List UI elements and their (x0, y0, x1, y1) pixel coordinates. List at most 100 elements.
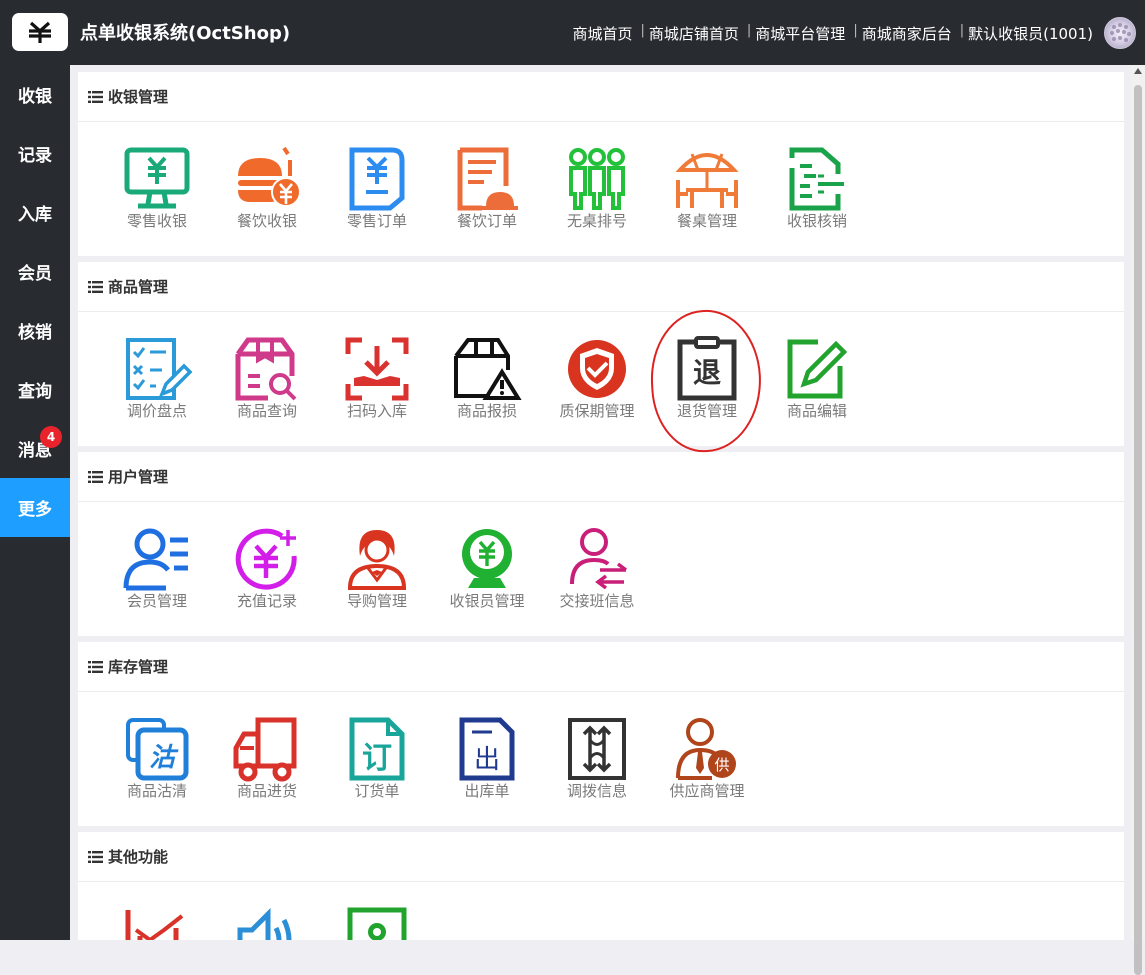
section-header: 其他功能 (78, 832, 1124, 882)
sold-out-glyph: 沽 (149, 743, 179, 773)
tile-purchase[interactable]: 商品进货 (212, 692, 322, 826)
nav-store-home[interactable]: 商城店铺首页 (649, 23, 739, 44)
tile-product-edit[interactable]: 商品编辑 (762, 312, 872, 446)
section-title: 库存管理 (108, 658, 169, 676)
sidebar-item-more[interactable]: 更多 (0, 478, 70, 537)
box-warning-icon (454, 338, 522, 400)
tile-product-damage[interactable]: 商品报损 (432, 312, 542, 446)
nav-separator: | (853, 23, 858, 38)
tile-statistics[interactable] (102, 882, 212, 940)
top-bar: 点单收银系统(OctShop) 商城首页 | 商城店铺首页 | 商城平台管理 |… (0, 0, 1145, 65)
tile-cashier-management[interactable]: 收银员管理 (432, 502, 542, 636)
message-count-badge: 4 (40, 426, 62, 448)
tile-return-management[interactable]: 退 退货管理 (652, 312, 762, 446)
checklist-pencil-icon (126, 338, 192, 400)
sidebar-item-label: 记录 (18, 146, 52, 166)
tile-catering-cashier[interactable]: 餐饮收银 (212, 122, 322, 256)
nav-separator: | (746, 23, 752, 38)
nav-separator: | (640, 23, 645, 38)
tile-label: 商品进货 (236, 782, 297, 800)
tile-grid: 零售收银 餐饮收银 零售订单 餐饮订单 无桌排号 餐桌管理 收银核销 (78, 122, 1124, 256)
section-product-management: 商品管理 调价盘点 商品查询 扫码入库 商品报损 质保期管理 退 退货管理 商品… (78, 262, 1124, 446)
section-title: 用户管理 (108, 468, 169, 486)
order-list-icon (457, 147, 518, 211)
tile-cashier-verification[interactable]: 收银核销 (762, 122, 872, 256)
burger-yuan-icon (238, 146, 301, 207)
nav-mall-home[interactable]: 商城首页 (572, 23, 632, 44)
tile-retail-orders[interactable]: 零售订单 (322, 122, 432, 256)
tile-grid: 沽 商品沽清 商品进货 订 订货单 出 出库单 调拨信息 供 供应商管理 (78, 692, 1124, 826)
sidebar-item-messages[interactable]: 消息 4 (0, 419, 70, 478)
tile-shopping-guide[interactable]: 导购管理 (322, 502, 432, 636)
nav-merchant-backend[interactable]: 商城商家后台 (862, 23, 952, 44)
tile-outbound-form[interactable]: 出 出库单 (432, 692, 542, 826)
tile-label: 无桌排号 (566, 212, 627, 230)
transfer-arrows-icon (568, 718, 626, 780)
scrollbar[interactable] (1131, 65, 1145, 975)
tile-label: 餐桌管理 (676, 212, 737, 230)
logo (12, 13, 68, 51)
tile-broadcast[interactable] (212, 882, 322, 940)
tile-label: 扫码入库 (346, 402, 407, 420)
tile-warranty-management[interactable]: 质保期管理 (542, 312, 652, 446)
tile-label: 充值记录 (236, 592, 297, 610)
tile-product-query[interactable]: 商品查询 (212, 312, 322, 446)
tile-retail-cashier[interactable]: 零售收银 (102, 122, 212, 256)
tile-shift-handover[interactable]: 交接班信息 (542, 502, 652, 636)
sidebar-item-records[interactable]: 记录 (0, 124, 70, 183)
truck-icon (233, 717, 297, 782)
outbound-glyph: 出 (474, 745, 500, 775)
tile-grid: 调价盘点 商品查询 扫码入库 商品报损 质保期管理 退 退货管理 商品编辑 (78, 312, 1124, 446)
tile-queue-number[interactable]: 无桌排号 (542, 122, 652, 256)
tile-label: 商品编辑 (786, 402, 847, 420)
yuan-document-icon (349, 147, 405, 211)
tile-table-management[interactable]: 餐桌管理 (652, 122, 762, 256)
sidebar-item-members[interactable]: 会员 (0, 242, 70, 301)
tile-sold-out[interactable]: 沽 商品沽清 (102, 692, 212, 826)
tile-catering-orders[interactable]: 餐饮订单 (432, 122, 542, 256)
section-cashier-management: 收银管理 零售收银 餐饮收银 零售订单 餐饮订单 无桌排号 餐桌管理 收银核销 (78, 72, 1124, 256)
cashier-icon (462, 529, 512, 588)
sidebar-item-cashier[interactable]: 收银 (0, 65, 70, 124)
sidebar-item-query[interactable]: 查询 (0, 360, 70, 419)
nav-separator: | (959, 23, 965, 38)
tile-label: 餐饮订单 (456, 212, 517, 230)
tile-transfer-info[interactable]: 调拨信息 (542, 692, 652, 826)
sidebar-item-verify[interactable]: 核销 (0, 301, 70, 360)
tile-member-management[interactable]: 会员管理 (102, 502, 212, 636)
recharge-yuan-icon (235, 528, 297, 590)
section-title: 商品管理 (108, 278, 169, 296)
verify-scan-icon (789, 147, 844, 211)
tile-settings[interactable] (322, 882, 432, 940)
return-clipboard-icon: 退 (677, 336, 737, 401)
list-icon (88, 850, 103, 863)
sidebar-item-stock-in[interactable]: 入库 (0, 183, 70, 242)
avatar[interactable] (1104, 17, 1136, 49)
tile-label: 商品沽清 (126, 782, 187, 800)
supplier-icon: 供 (676, 718, 736, 780)
sidebar-item-label: 收银 (18, 87, 52, 107)
sidebar-item-label: 入库 (18, 205, 52, 225)
tile-supplier-management[interactable]: 供 供应商管理 (652, 692, 762, 826)
nav-platform-admin[interactable]: 商城平台管理 (755, 23, 845, 44)
tile-label: 退货管理 (676, 402, 737, 420)
scroll-up-icon[interactable] (1134, 68, 1142, 74)
tile-scan-stock-in[interactable]: 扫码入库 (322, 312, 432, 446)
main-content: 收银管理 零售收银 餐饮收银 零售订单 餐饮订单 无桌排号 餐桌管理 收银核销 … (78, 72, 1124, 940)
list-icon (88, 280, 103, 293)
chart-bars-icon (125, 910, 184, 940)
people-queue-icon (569, 148, 625, 210)
app-title: 点单收银系统(OctShop) (80, 23, 291, 44)
sidebar-item-label: 核销 (18, 323, 52, 343)
order-glyph: 订 (362, 741, 392, 776)
nav-cashier-account[interactable]: 默认收银员(1001) (968, 23, 1093, 44)
tile-label: 交接班信息 (559, 592, 635, 610)
tile-label: 收银员管理 (449, 592, 525, 610)
tile-recharge-records[interactable]: 充值记录 (212, 502, 322, 636)
sidebar-item-label: 会员 (18, 264, 52, 284)
tile-order-form[interactable]: 订 订货单 (322, 692, 432, 826)
sold-out-icon: 沽 (126, 718, 189, 781)
sidebar-item-label: 更多 (18, 500, 52, 520)
tile-price-inventory[interactable]: 调价盘点 (102, 312, 212, 446)
scroll-thumb[interactable] (1134, 85, 1142, 975)
